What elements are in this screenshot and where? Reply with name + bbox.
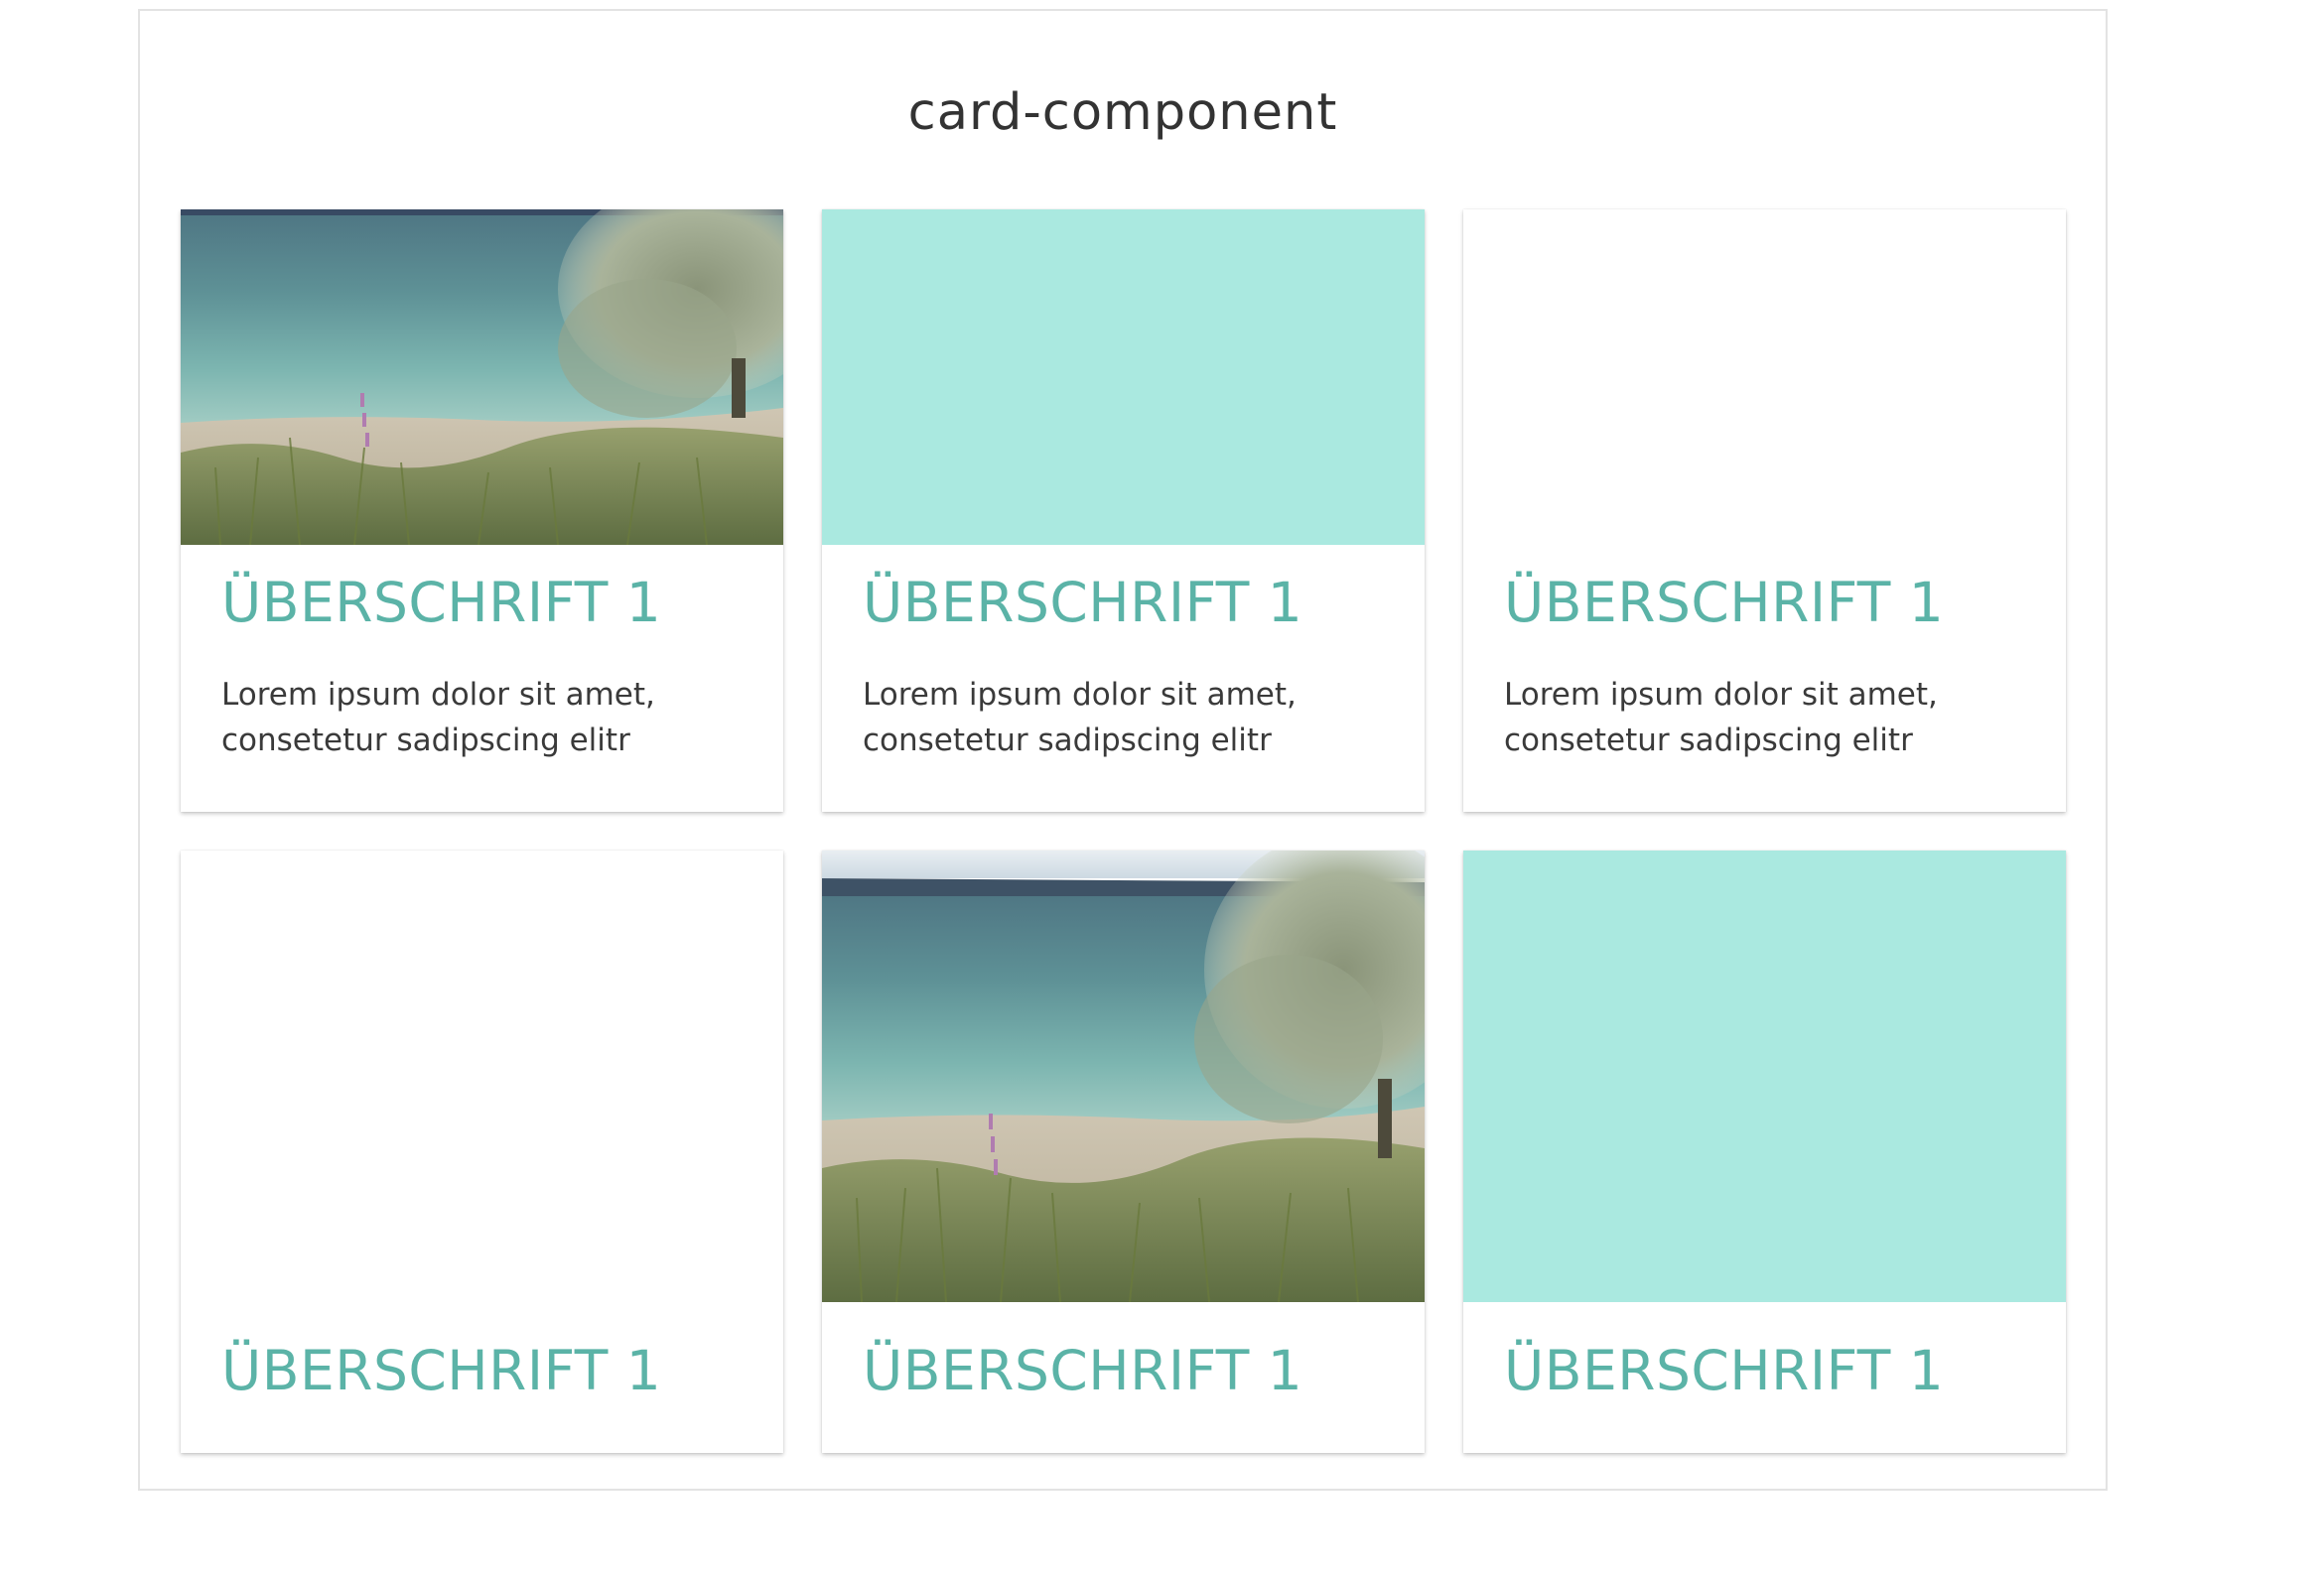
card-2[interactable]: ÜBERSCHRIFT 1 Lorem ipsum dolor sit amet… <box>822 209 1425 812</box>
card-image-empty <box>181 851 783 1302</box>
card-3[interactable]: ÜBERSCHRIFT 1 Lorem ipsum dolor sit amet… <box>1463 209 2066 812</box>
card-heading: ÜBERSCHRIFT 1 <box>221 1339 662 1402</box>
card-image-lake <box>822 851 1425 1302</box>
card-heading: ÜBERSCHRIFT 1 <box>863 1339 1303 1402</box>
card-1[interactable]: ÜBERSCHRIFT 1 Lorem ipsum dolor sit amet… <box>181 209 783 812</box>
card-4[interactable]: ÜBERSCHRIFT 1 <box>181 851 783 1453</box>
card-heading: ÜBERSCHRIFT 1 <box>1504 571 1945 634</box>
card-heading: ÜBERSCHRIFT 1 <box>221 571 662 634</box>
card-heading: ÜBERSCHRIFT 1 <box>1504 1339 1945 1402</box>
card-image-lake <box>181 209 783 545</box>
card-6[interactable]: ÜBERSCHRIFT 1 <box>1463 851 2066 1453</box>
card-image-placeholder <box>822 209 1425 545</box>
card-text: Lorem ipsum dolor sit amet, consetetur s… <box>863 677 1297 758</box>
card-heading: ÜBERSCHRIFT 1 <box>863 571 1303 634</box>
card-image-placeholder <box>1463 851 2066 1302</box>
component-frame: card-component ÜBERSCHRIFT 1 Lorem ipsum… <box>138 9 2108 1491</box>
card-5[interactable]: ÜBERSCHRIFT 1 <box>822 851 1425 1453</box>
page-title: card-component <box>907 83 1338 142</box>
card-image-empty <box>1463 209 2066 545</box>
card-text: Lorem ipsum dolor sit amet, consetetur s… <box>1504 677 1938 758</box>
card-text: Lorem ipsum dolor sit amet, consetetur s… <box>221 677 655 758</box>
